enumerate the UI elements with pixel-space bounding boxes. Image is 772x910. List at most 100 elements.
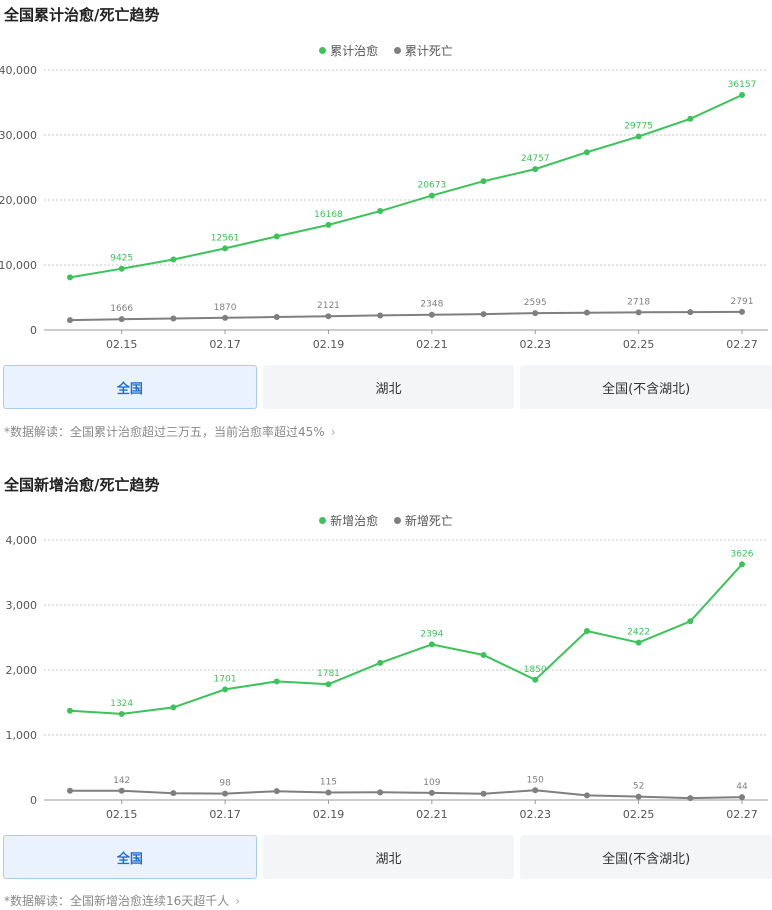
data-point <box>739 308 745 315</box>
data-point <box>377 312 384 319</box>
data-point <box>67 707 73 714</box>
data-label: 1324 <box>110 699 133 709</box>
data-point <box>170 315 177 322</box>
data-point <box>687 618 694 625</box>
tabs-daily: 全国 湖北 全国(不含湖北) <box>3 835 772 879</box>
x-tick-label: 02.25 <box>623 338 655 351</box>
x-tick-label: 02.15 <box>106 338 138 351</box>
x-tick-label: 02.21 <box>416 808 448 821</box>
data-point <box>739 794 745 801</box>
note-text: *数据解读：全国累计治愈超过三万五，当前治愈率超过45% <box>4 425 325 439</box>
data-point <box>532 310 539 317</box>
x-tick-label: 02.23 <box>519 808 551 821</box>
data-label: 29775 <box>624 121 653 131</box>
data-point <box>118 710 125 717</box>
tab-national[interactable]: 全国 <box>3 365 257 409</box>
data-point <box>118 787 125 794</box>
data-point <box>67 317 73 324</box>
data-point <box>583 792 590 799</box>
tab-national-excl-hubei[interactable]: 全国(不含湖北) <box>520 835 772 879</box>
data-point <box>325 313 332 320</box>
data-point <box>480 311 487 318</box>
data-label: 24757 <box>521 154 550 164</box>
data-label: 109 <box>423 778 440 788</box>
data-label: 2394 <box>420 629 443 639</box>
data-label: 20673 <box>418 181 447 191</box>
data-note-cumulative[interactable]: *数据解读：全国累计治愈超过三万五，当前治愈率超过45% › <box>4 423 336 440</box>
tab-national-excl-hubei[interactable]: 全国(不含湖北) <box>520 365 772 409</box>
data-point <box>325 789 332 796</box>
tab-hubei[interactable]: 湖北 <box>262 835 515 879</box>
y-tick-label: 30,000 <box>0 129 37 142</box>
data-point <box>118 265 125 272</box>
data-point <box>377 659 384 666</box>
data-point <box>532 676 539 683</box>
data-point <box>222 790 229 797</box>
data-point <box>635 639 642 646</box>
data-label: 44 <box>736 782 748 792</box>
data-point <box>687 795 694 802</box>
data-point <box>428 192 435 199</box>
data-label: 2791 <box>731 297 754 307</box>
data-label: 2595 <box>524 298 547 308</box>
data-point <box>273 313 280 320</box>
y-tick-label: 10,000 <box>0 259 37 272</box>
data-point <box>739 561 745 568</box>
data-label: 1781 <box>317 669 340 679</box>
x-tick-label: 02.15 <box>106 808 138 821</box>
x-tick-label: 02.27 <box>726 338 758 351</box>
y-tick-label: 0 <box>30 794 37 807</box>
data-point <box>325 221 332 228</box>
y-tick-label: 0 <box>30 324 37 337</box>
data-label: 2348 <box>420 300 443 310</box>
data-point <box>170 790 177 797</box>
data-point <box>118 316 125 323</box>
x-tick-label: 02.25 <box>623 808 655 821</box>
data-point <box>170 704 177 711</box>
data-label: 16168 <box>314 210 343 220</box>
data-point <box>687 115 694 122</box>
x-tick-label: 02.19 <box>313 338 345 351</box>
chart-daily: 0 1,000 2,000 3,000 4,000 02.15 02.17 02.19 02.2… <box>6 534 768 821</box>
x-tick-label: 02.23 <box>519 338 551 351</box>
data-point <box>635 309 642 316</box>
data-label: 9425 <box>110 254 133 264</box>
y-tick-label: 20,000 <box>0 194 37 207</box>
data-point <box>67 274 73 281</box>
data-point <box>273 678 280 685</box>
data-label: 12561 <box>211 233 240 243</box>
tab-hubei[interactable]: 湖北 <box>262 365 515 409</box>
x-tick-label: 02.27 <box>726 808 758 821</box>
x-tick-label: 02.17 <box>209 808 241 821</box>
y-tick-label: 1,000 <box>6 729 38 742</box>
chart-cumulative: 0 10,000 20,000 30,000 40,000 02.15 02.17 02.19… <box>0 64 768 351</box>
data-point <box>739 91 745 98</box>
chevron-right-icon: › <box>330 425 336 439</box>
data-label: 98 <box>219 779 231 789</box>
y-tick-label: 2,000 <box>6 664 38 677</box>
data-label: 3626 <box>731 549 754 559</box>
data-point <box>222 245 229 252</box>
data-note-daily[interactable]: *数据解读：全国新增治愈连续16天超千人 › <box>4 892 240 909</box>
note-text: *数据解读：全国新增治愈连续16天超千人 <box>4 894 230 908</box>
data-point <box>273 233 280 240</box>
series-line-0 <box>69 563 743 715</box>
y-tick-label: 4,000 <box>6 534 38 547</box>
data-label: 142 <box>113 776 130 786</box>
data-point <box>428 311 435 318</box>
x-tick-label: 02.19 <box>313 808 345 821</box>
data-point <box>428 641 435 648</box>
data-point <box>170 256 177 263</box>
data-point <box>67 787 73 794</box>
data-label: 1870 <box>214 303 237 313</box>
tab-national[interactable]: 全国 <box>3 835 257 879</box>
y-tick-label: 3,000 <box>6 599 38 612</box>
data-point <box>583 309 590 316</box>
data-point <box>480 178 487 185</box>
x-tick-label: 02.17 <box>209 338 241 351</box>
data-point <box>583 628 590 634</box>
data-point <box>583 149 590 156</box>
data-label: 150 <box>527 775 544 785</box>
data-label: 1850 <box>524 665 547 675</box>
data-label: 2422 <box>627 628 650 638</box>
